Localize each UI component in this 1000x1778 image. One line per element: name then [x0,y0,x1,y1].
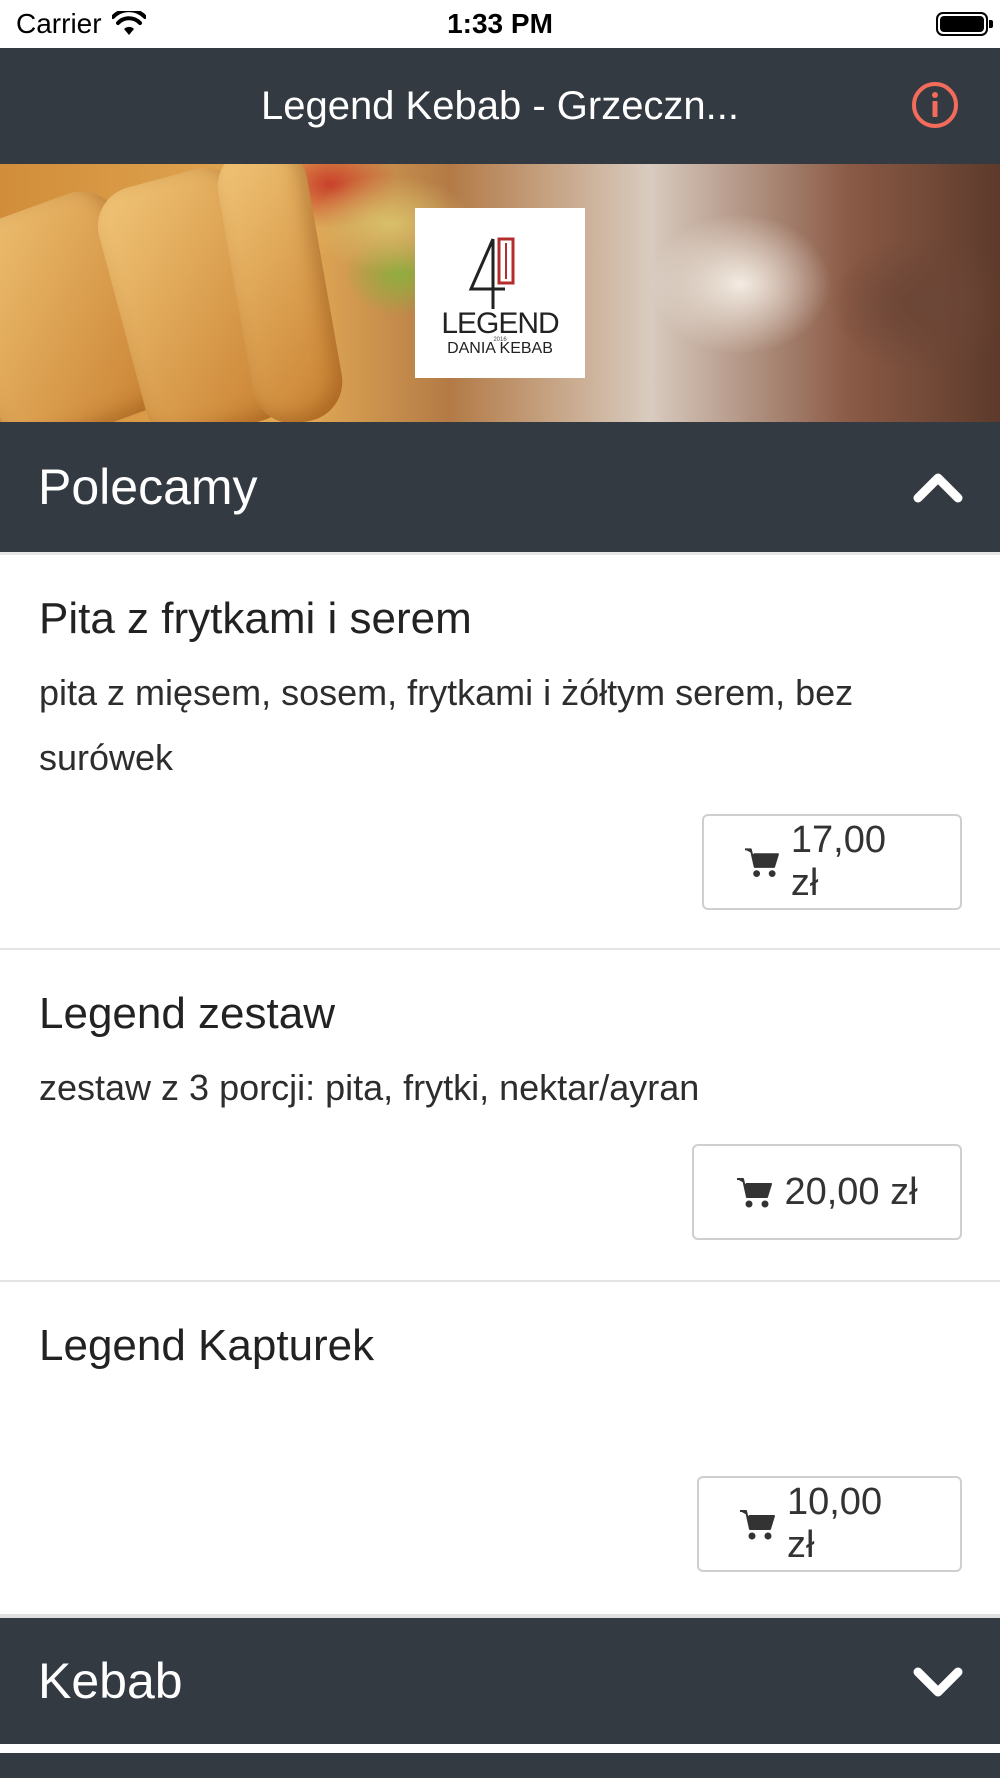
next-section-header-partial[interactable] [0,1750,1000,1778]
battery-icon [936,12,993,36]
item-name: Pita z frytkami i serem [39,594,472,643]
menu-item: Pita z frytkami i serem pita z mięsem, s… [0,555,1000,950]
hero-banner: LEGEND 2016 DANIA KEBAB [0,164,1000,422]
item-description: pita z mięsem, sosem, frytkami i żółtym … [39,671,854,778]
cart-icon [737,1178,773,1208]
add-to-cart-button[interactable]: 20,00 zł [692,1144,962,1240]
section-title: Kebab [38,1653,183,1709]
cart-icon [744,848,779,878]
item-description: zestaw z 3 porcji: pita, frytki, nektar/… [39,1066,700,1108]
item-name: Legend Kapturek [39,1321,375,1370]
item-price: 20,00 zł [784,1170,918,1213]
section-header-polecamy[interactable]: Polecamy [0,422,1000,552]
status-time: 1:33 PM [447,8,553,39]
page-title: Legend Kebab - Grzeczn... [260,83,740,128]
logo-tagline: DANIA KEBAB [447,340,553,353]
chevron-down-icon[interactable] [912,1662,964,1702]
section-header-kebab[interactable]: Kebab [0,1614,1000,1744]
section-title: Polecamy [38,459,258,515]
menu-item: Legend Kapturek 10,00 zł [0,1282,1000,1614]
status-bar: Carrier 1:33 PM [0,0,1000,48]
cart-icon [739,1510,775,1540]
menu-items-list: Pita z frytkami i serem pita z mięsem, s… [0,552,1000,1614]
item-price: 17,00 zł [790,819,886,904]
add-to-cart-button[interactable]: 17,00 zł [702,814,962,910]
logo-brand: LEGEND [441,307,559,340]
chevron-up-icon[interactable] [912,466,964,506]
item-description [39,1387,962,1452]
item-name: Legend zestaw [39,989,335,1038]
info-icon[interactable] [910,80,960,130]
logo-graphic: LEGEND 2016 DANIA KEBAB [441,237,560,353]
item-price: 10,00 zł [786,1481,883,1566]
restaurant-logo: LEGEND 2016 DANIA KEBAB [415,208,585,378]
menu-item: Legend zestaw zestaw z 3 porcji: pita, f… [0,950,1000,1282]
nav-bar: Legend Kebab - Grzeczn... [0,48,1000,164]
add-to-cart-button[interactable]: 10,00 zł [697,1476,962,1572]
